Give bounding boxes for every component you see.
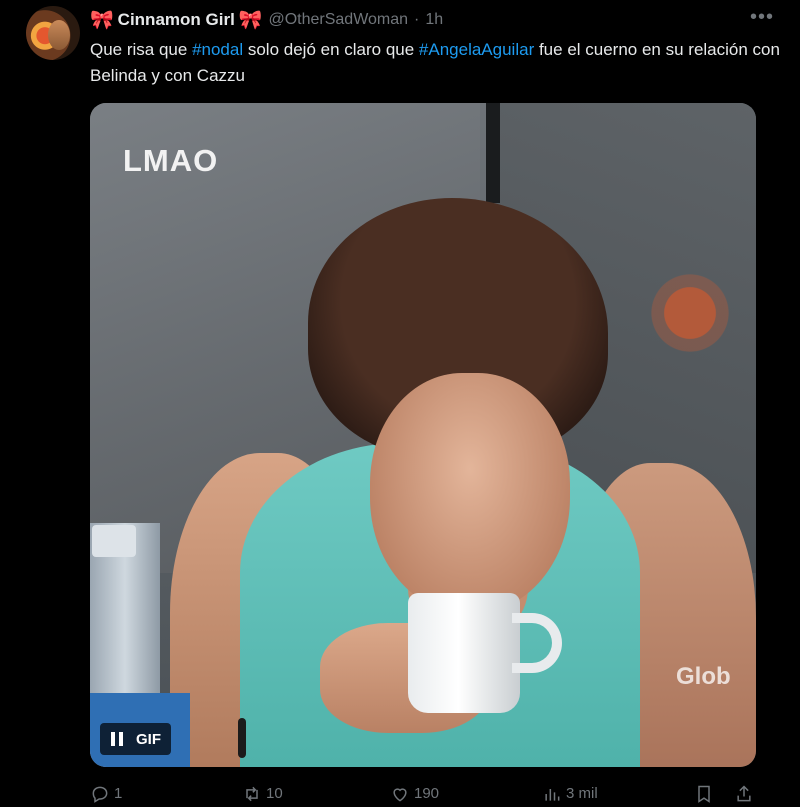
hashtag-link[interactable]: #nodal [192, 40, 243, 59]
wall-decoration [630, 253, 750, 373]
gif-media[interactable]: LMAO Glob GIF [90, 103, 756, 767]
gif-badge: GIF [136, 730, 161, 748]
bow-emoji: 🎀 [238, 9, 263, 31]
tweet-header: 🎀 Cinnamon Girl 🎀 @OtherSadWoman · 1h [90, 8, 780, 32]
reply-count: 1 [114, 785, 123, 802]
tweet-actions: 1 10 190 3 mil [90, 780, 760, 807]
retweet-button[interactable]: 10 [242, 784, 283, 804]
share-icon [737, 784, 751, 801]
bow-emoji: 🎀 [90, 9, 114, 31]
coffee-cup [408, 593, 520, 713]
author-name[interactable]: Cinnamon Girl [118, 10, 235, 30]
bracelet [238, 718, 246, 758]
gif-watermark: Glob [676, 663, 731, 690]
separator-dot: · [414, 11, 420, 28]
background-pole [486, 103, 500, 203]
timestamp[interactable]: 1h [425, 11, 443, 29]
tweet-text: Que risa que #nodal solo dejó en claro q… [90, 37, 780, 89]
reply-button[interactable]: 1 [90, 784, 122, 804]
gif-overlay-text: LMAO [123, 143, 219, 178]
tweet-text-part: solo dejó en claro que [243, 40, 419, 59]
heart-icon [393, 787, 407, 802]
hashtag-link[interactable]: #AngelaAguilar [419, 40, 534, 59]
views-count: 3 mil [566, 785, 598, 802]
pause-icon[interactable] [106, 728, 128, 750]
gif-controls: GIF [100, 723, 171, 755]
bookmark-icon [698, 785, 710, 803]
author-handle[interactable]: @OtherSadWoman [268, 11, 408, 29]
avatar[interactable] [26, 6, 80, 60]
retweet-icon [246, 786, 258, 801]
person-face [370, 373, 570, 613]
more-options-icon[interactable]: ••• [750, 6, 774, 29]
views-icon [545, 788, 560, 801]
bookmark-button[interactable] [694, 784, 714, 804]
retweet-count: 10 [266, 785, 283, 802]
water-bottle-cap [92, 525, 136, 557]
reply-icon [92, 786, 108, 803]
views-button[interactable]: 3 mil [542, 784, 598, 804]
tweet-text-part: Que risa que [90, 40, 193, 59]
like-button[interactable]: 190 [390, 784, 439, 804]
share-button[interactable] [734, 784, 754, 804]
like-count: 190 [414, 785, 440, 802]
